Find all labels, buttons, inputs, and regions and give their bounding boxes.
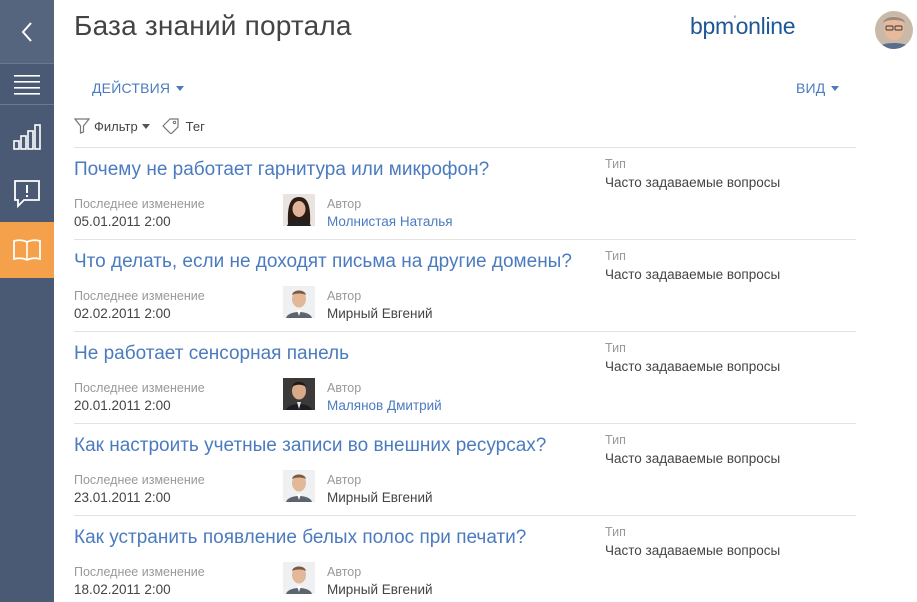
knowledge-list: Почему не работает гарнитура или микрофо… xyxy=(74,147,856,602)
type-value: Часто задаваемые вопросы xyxy=(605,451,781,466)
author-label: Автор xyxy=(327,565,362,579)
tag-label: Тег xyxy=(185,118,205,134)
modified-value: 18.02.2011 2:00 xyxy=(74,582,171,597)
actions-label: ДЕЙСТВИЯ xyxy=(92,80,171,96)
type-value: Часто задаваемые вопросы xyxy=(605,543,781,558)
logo-sup: ' xyxy=(733,14,736,27)
view-button[interactable]: ВИД xyxy=(796,80,840,96)
author-photo xyxy=(283,194,315,226)
chevron-down-icon xyxy=(831,85,840,91)
logo: bpm'online xyxy=(690,13,796,40)
tag-button[interactable]: Тег xyxy=(161,118,205,134)
user-avatar[interactable] xyxy=(875,11,913,49)
author-label: Автор xyxy=(327,381,362,395)
author-link[interactable]: Малянов Дмитрий xyxy=(327,398,442,413)
type-label: Тип xyxy=(605,249,626,263)
type-label: Тип xyxy=(605,433,626,447)
sidebar-item-knowledge-base[interactable] xyxy=(0,222,54,278)
article-title-link[interactable]: Как устранить появление белых полос при … xyxy=(74,527,526,549)
page-title: База знаний портала xyxy=(74,10,352,41)
menu-button[interactable] xyxy=(0,63,54,105)
article-title-link[interactable]: Что делать, если не доходят письма на др… xyxy=(74,251,572,273)
type-label: Тип xyxy=(605,525,626,539)
article-title-link[interactable]: Как настроить учетные записи во внешних … xyxy=(74,435,546,457)
chevron-down-icon xyxy=(141,123,150,129)
type-label: Тип xyxy=(605,341,626,355)
modified-value: 05.01.2011 2:00 xyxy=(74,214,171,229)
app-window: База знаний портала bpm'online ДЕЙСТВИЯ … xyxy=(0,0,917,602)
list-item: Как устранить появление белых полос при … xyxy=(74,515,856,602)
filter-bar: Фильтр Тег xyxy=(74,118,205,134)
author-value: Мирный Евгений xyxy=(327,490,433,505)
modified-value: 02.02.2011 2:00 xyxy=(74,306,171,321)
modified-value: 23.01.2011 2:00 xyxy=(74,490,171,505)
author-value: Мирный Евгений xyxy=(327,306,433,321)
sidebar-item-cases[interactable] xyxy=(0,172,54,216)
chevron-down-icon xyxy=(176,85,185,91)
author-photo xyxy=(283,286,315,318)
author-photo xyxy=(283,562,315,594)
type-label: Тип xyxy=(605,157,626,171)
list-item: Как настроить учетные записи во внешних … xyxy=(74,423,856,515)
filter-icon xyxy=(74,118,90,134)
sidebar-item-analytics[interactable] xyxy=(0,116,54,158)
modified-label: Последнее изменение xyxy=(74,197,205,211)
modified-label: Последнее изменение xyxy=(74,381,205,395)
list-item: Почему не работает гарнитура или микрофо… xyxy=(74,147,856,239)
modified-label: Последнее изменение xyxy=(74,289,205,303)
filter-button[interactable]: Фильтр xyxy=(74,118,150,134)
type-value: Часто задаваемые вопросы xyxy=(605,267,781,282)
author-link[interactable]: Молнистая Наталья xyxy=(327,214,453,229)
article-title-link[interactable]: Не работает сенсорная панель xyxy=(74,343,349,365)
modified-label: Последнее изменение xyxy=(74,565,205,579)
list-item: Не работает сенсорная панель Последнее и… xyxy=(74,331,856,423)
list-item: Что делать, если не доходят письма на др… xyxy=(74,239,856,331)
author-label: Автор xyxy=(327,473,362,487)
author-label: Автор xyxy=(327,289,362,303)
back-button[interactable] xyxy=(0,0,54,63)
cases-icon xyxy=(14,180,40,208)
logo-tail: online xyxy=(735,13,796,39)
modified-label: Последнее изменение xyxy=(74,473,205,487)
knowledge-base-icon xyxy=(13,239,41,261)
author-label: Автор xyxy=(327,197,362,211)
tag-icon xyxy=(161,118,179,134)
back-arrow-icon xyxy=(21,21,32,42)
author-value: Мирный Евгений xyxy=(327,582,433,597)
filter-label: Фильтр xyxy=(94,118,138,134)
analytics-icon xyxy=(13,124,41,150)
modified-value: 20.01.2011 2:00 xyxy=(74,398,171,413)
menu-icon xyxy=(14,75,40,95)
author-photo xyxy=(283,378,315,410)
sidebar xyxy=(0,0,54,602)
author-photo xyxy=(283,470,315,502)
type-value: Часто задаваемые вопросы xyxy=(605,359,781,374)
article-title-link[interactable]: Почему не работает гарнитура или микрофо… xyxy=(74,159,489,181)
actions-button[interactable]: ДЕЙСТВИЯ xyxy=(92,80,185,96)
logo-main: bpm xyxy=(690,13,734,39)
type-value: Часто задаваемые вопросы xyxy=(605,175,781,190)
view-label: ВИД xyxy=(796,80,826,96)
